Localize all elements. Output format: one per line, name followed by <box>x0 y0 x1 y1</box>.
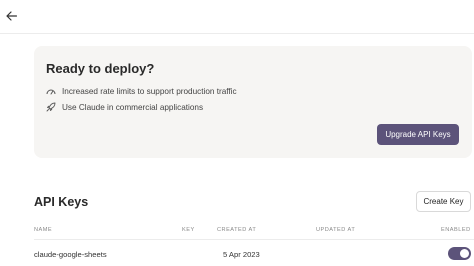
toggle-knob <box>460 249 469 258</box>
api-keys-heading: API Keys <box>34 195 89 209</box>
column-header-name: NAME <box>34 227 53 233</box>
create-key-button[interactable]: Create Key <box>416 191 471 212</box>
rocket-icon <box>46 102 56 112</box>
feature-item-commercial: Use Claude in commercial applications <box>46 101 203 113</box>
deploy-banner: Ready to deploy? Increased rate limits t… <box>34 46 472 158</box>
feature-text: Use Claude in commercial applications <box>62 102 204 112</box>
column-header-created-at: CREATED AT <box>217 227 257 233</box>
enabled-toggle[interactable] <box>448 247 471 260</box>
key-name-cell: claude-google-sheets <box>34 250 107 259</box>
table-header-divider <box>34 239 474 240</box>
speedometer-icon <box>46 89 56 95</box>
back-button[interactable] <box>4 9 18 23</box>
feature-item-rate-limits: Increased rate limits to support product… <box>46 85 237 97</box>
column-header-key: KEY <box>182 227 195 233</box>
column-header-enabled: ENABLED <box>441 227 471 233</box>
arrow-left-icon <box>5 11 17 21</box>
top-bar <box>0 0 474 34</box>
banner-title: Ready to deploy? <box>46 61 155 76</box>
created-at-cell: 5 Apr 2023 <box>223 250 260 259</box>
upgrade-api-keys-button[interactable]: Upgrade API Keys <box>377 124 459 145</box>
column-header-updated-at: UPDATED AT <box>316 227 356 233</box>
feature-text: Increased rate limits to support product… <box>62 86 237 96</box>
